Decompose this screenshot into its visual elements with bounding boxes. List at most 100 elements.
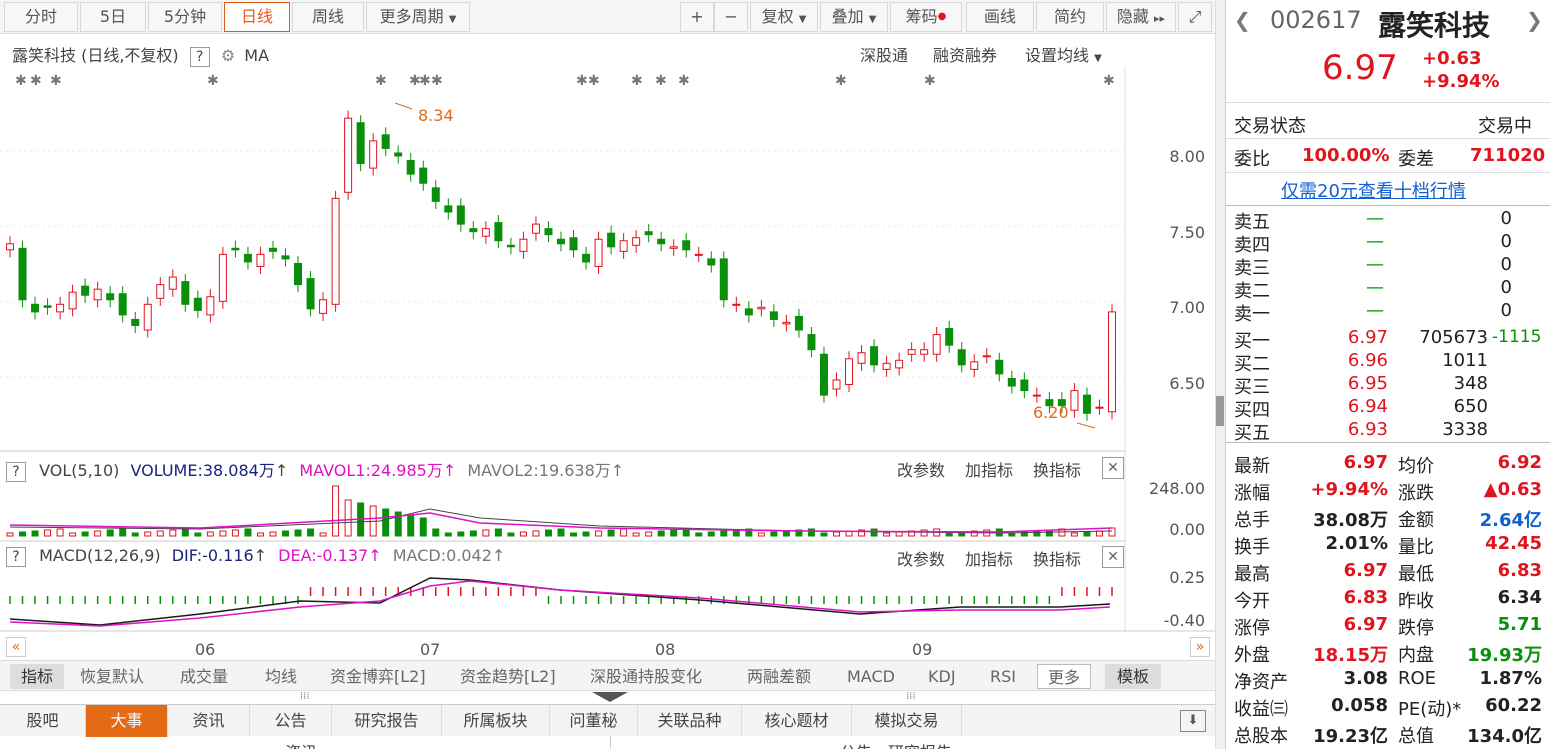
- draw-button[interactable]: 画线: [966, 2, 1034, 32]
- volume-bar: [595, 530, 603, 537]
- chart-area[interactable]: ✱ ✱ ✱ ✱ ✱ ✱✱ ✱ ✱ ✱ ✱ ✱ ✱ ✱ ✱ ✱: [0, 66, 1215, 660]
- help-button[interactable]: ?: [189, 47, 210, 67]
- panel-splitter[interactable]: [1215, 0, 1225, 749]
- macd-dea: DEA:-0.137: [278, 546, 369, 565]
- prev-stock-icon[interactable]: ❮: [1234, 8, 1251, 32]
- candle-body: [18, 247, 27, 301]
- volume-bar: [244, 528, 252, 537]
- volume-bar: [432, 528, 440, 537]
- macd-add-indicator[interactable]: 加指标: [965, 546, 1013, 570]
- candle-body: [895, 359, 904, 369]
- bid-volume: 3338: [1442, 419, 1488, 440]
- next-stock-icon[interactable]: ❯: [1526, 8, 1543, 32]
- candle-body: [243, 253, 252, 263]
- candle-body: [406, 160, 415, 175]
- chevron-down-icon: ▼: [448, 14, 457, 25]
- shengutong-link[interactable]: 深股通: [860, 42, 908, 66]
- drag-handle[interactable]: ⁞⁞⁞: [906, 691, 916, 702]
- fund-game-tab[interactable]: 资金博弈[L2]: [330, 664, 426, 689]
- collapse-right-icon[interactable]: [1216, 396, 1224, 426]
- macd-switch-indicator[interactable]: 换指标: [1033, 546, 1081, 570]
- tab-sectors[interactable]: 所属板块: [442, 705, 550, 737]
- volume-bar: [231, 529, 239, 537]
- overlay-button[interactable]: 叠加 ▼: [820, 2, 888, 32]
- gear-icon[interactable]: ⚙: [221, 46, 235, 65]
- stat-label: 今开: [1234, 591, 1270, 612]
- more-indicators-button[interactable]: 更多: [1037, 664, 1091, 689]
- tab-sim-trade[interactable]: 模拟交易: [852, 705, 962, 737]
- set-ma-link[interactable]: 设置均线 ▼: [1025, 42, 1102, 66]
- tab-core-themes[interactable]: 核心题材: [742, 705, 852, 737]
- close-icon[interactable]: ✕: [1102, 546, 1124, 568]
- stat-label: 金额: [1398, 510, 1434, 531]
- vol-mavol1: MAVOL1:24.985万: [299, 461, 443, 480]
- scroll-right-icon[interactable]: »: [1190, 637, 1210, 657]
- rsi-indicator-tab[interactable]: RSI: [990, 664, 1016, 689]
- fund-trend-tab[interactable]: 资金趋势[L2]: [460, 664, 556, 689]
- tab-events[interactable]: 大事: [86, 705, 168, 737]
- candle-body: [118, 293, 127, 316]
- hide-button[interactable]: 隐藏 ▸▸: [1106, 2, 1176, 32]
- tab-related[interactable]: 关联品种: [638, 705, 742, 737]
- stat-label: 收益㈢: [1234, 699, 1288, 720]
- drag-handle[interactable]: ⁞⁞⁞: [300, 691, 310, 702]
- volume-indicator-tab[interactable]: 成交量: [180, 664, 228, 689]
- kdj-indicator-tab[interactable]: KDJ: [928, 664, 956, 689]
- tab-news[interactable]: 资讯: [168, 705, 250, 737]
- candle-body: [519, 238, 528, 252]
- candle-body: [957, 349, 966, 366]
- margin-diff-tab[interactable]: 两融差额: [747, 664, 811, 689]
- event-marker-icon: ✱: [30, 73, 42, 89]
- help-button[interactable]: ?: [6, 547, 26, 567]
- vol-add-indicator[interactable]: 加指标: [965, 457, 1013, 481]
- tab-5min[interactable]: 5分钟: [148, 2, 222, 32]
- volume-bar: [770, 531, 778, 537]
- fullscreen-icon[interactable]: ⤢: [1178, 2, 1212, 32]
- reset-default-button[interactable]: 恢复默认: [80, 664, 144, 689]
- fuquan-button[interactable]: 复权 ▼: [750, 2, 818, 32]
- macd-edit-params[interactable]: 改参数: [897, 546, 945, 570]
- template-button[interactable]: 模板: [1105, 664, 1161, 689]
- ask-price: —: [1366, 254, 1384, 275]
- chips-button[interactable]: 筹码●: [890, 2, 962, 32]
- event-marker-icon: ✱: [375, 73, 387, 89]
- tab-more-periods[interactable]: 更多周期 ▼: [366, 2, 470, 32]
- zoom-in-button[interactable]: +: [680, 2, 714, 32]
- candle-body: [81, 285, 90, 296]
- divider: [1226, 102, 1550, 103]
- vol-edit-params[interactable]: 改参数: [897, 457, 945, 481]
- candle-body: [1095, 406, 1104, 409]
- help-button[interactable]: ?: [6, 462, 26, 482]
- tab-weekly[interactable]: 周线: [292, 2, 364, 32]
- simple-button[interactable]: 简约: [1036, 2, 1104, 32]
- ma-indicator-tab[interactable]: 均线: [265, 664, 297, 689]
- macd-indicator-tab[interactable]: MACD: [847, 664, 895, 689]
- collapse-arrow-icon[interactable]: [592, 692, 628, 702]
- candle-body: [344, 117, 353, 193]
- volume-bar: [1033, 530, 1041, 537]
- tab-fenshi[interactable]: 分时: [4, 2, 78, 32]
- margin-link[interactable]: 融资融券: [933, 42, 997, 66]
- shengutong-holding-tab[interactable]: 深股通持股变化: [590, 664, 702, 689]
- close-icon[interactable]: ✕: [1102, 457, 1124, 479]
- arrow-up-icon: ↑: [253, 546, 268, 565]
- candle-body: [870, 346, 879, 366]
- tab-research[interactable]: 研究报告: [332, 705, 442, 737]
- volume-bar: [294, 529, 302, 537]
- bid-price: 6.93: [1347, 419, 1388, 440]
- event-marker-icon: ✱: [15, 73, 27, 89]
- tab-announcements[interactable]: 公告: [250, 705, 332, 737]
- tab-daily[interactable]: 日线: [224, 2, 290, 32]
- candle-body: [882, 362, 891, 370]
- stat-label: 总股本: [1234, 726, 1288, 747]
- vol-switch-indicator[interactable]: 换指标: [1033, 457, 1081, 481]
- zoom-out-button[interactable]: −: [714, 2, 748, 32]
- tab-5day[interactable]: 5日: [80, 2, 146, 32]
- download-icon[interactable]: ⬇: [1180, 710, 1206, 732]
- more-periods-label: 更多周期: [379, 7, 444, 26]
- tab-guba[interactable]: 股吧: [0, 705, 86, 737]
- tab-ask-board[interactable]: 问董秘: [550, 705, 638, 737]
- level2-promo-link[interactable]: 仅需20元查看十档行情: [1281, 177, 1466, 203]
- event-marker-icon: ✱: [631, 73, 643, 89]
- scroll-left-icon[interactable]: «: [6, 637, 26, 657]
